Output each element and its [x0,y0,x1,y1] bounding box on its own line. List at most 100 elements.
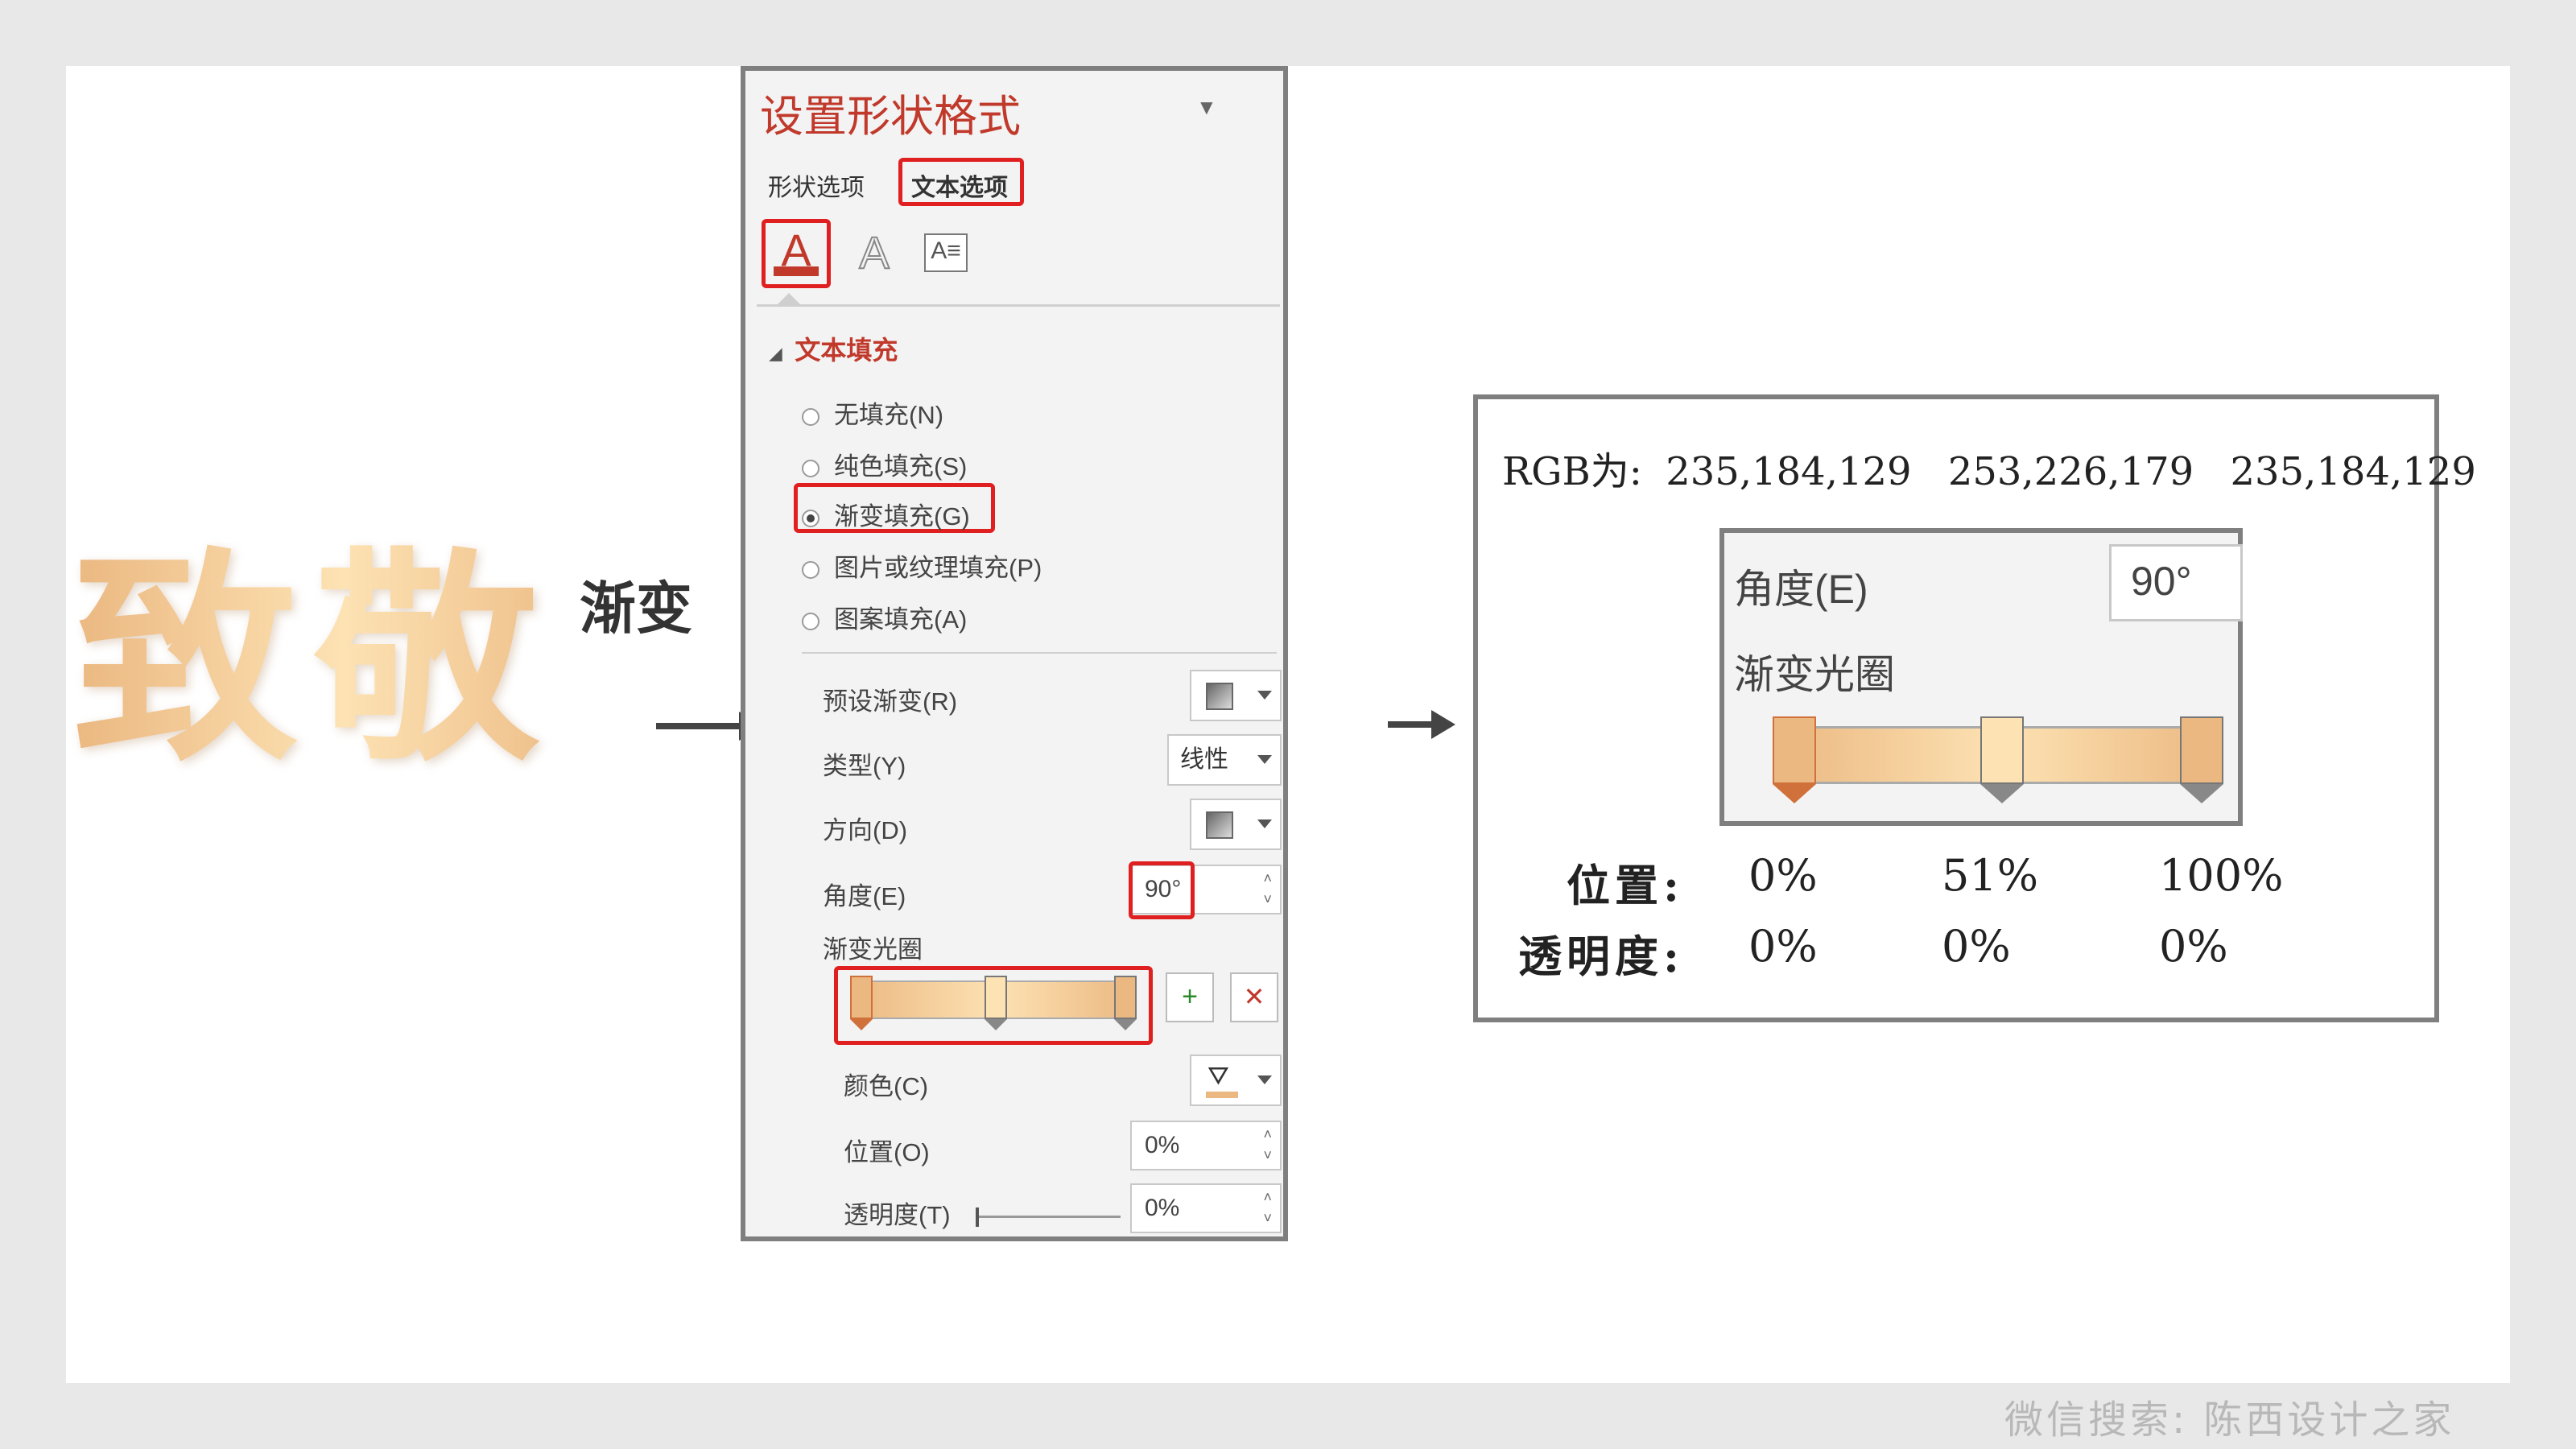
rgb-values-line: RGB为: 235,184,129 253,226,179 235,184,12… [1502,440,2476,496]
pointer-notch [778,293,800,304]
dropdown-arrow-icon [1257,819,1272,828]
tab-text-options[interactable]: 文本选项 [911,167,1008,203]
zoomed-gradient-settings: 角度(E) 90° 渐变光圈 [1719,528,2243,826]
section-text-fill[interactable]: ◢ 文本填充 [770,330,898,367]
radio-icon[interactable] [802,560,819,579]
position-input[interactable]: 0% ˄ ˅ [1130,1121,1282,1170]
spin-down-icon[interactable]: ˅ [1263,1211,1272,1225]
rgb-prefix: RGB为: [1502,449,1642,494]
remove-gradient-stop-icon[interactable]: ✕ [1230,972,1278,1022]
radio-solid-fill-label: 纯色填充(S) [834,452,968,481]
gradient-stop-handle[interactable] [1114,976,1137,1019]
gradient-label: 渐变 [580,575,692,642]
gradient-stops-label: 渐变光圈 [823,935,923,964]
spin-down-icon[interactable]: ˅ [1263,1148,1272,1162]
chevron-down-icon[interactable]: ▼ [1196,95,1217,120]
gradient-stop-handle[interactable] [1773,716,1816,784]
transparency-row-label: 透明度: [1518,931,1684,982]
radio-icon[interactable] [802,459,819,477]
radio-icon[interactable] [802,407,819,426]
position-value-1: 0% [1748,850,1818,901]
position-value-3: 100% [2159,850,2284,901]
position-value: 0% [1145,1132,1180,1158]
color-label: 颜色(C) [844,1072,929,1100]
gradient-stop-handle[interactable] [985,976,1008,1019]
color-dropdown[interactable]: ⛛ [1190,1055,1282,1106]
radio-gradient-fill[interactable]: 渐变填充(G) [802,496,970,532]
preset-gradient-dropdown[interactable] [1190,670,1282,721]
position-row-label: 位置: [1567,860,1684,911]
rgb-value-3: 235,184,129 [2230,449,2476,494]
position-value-2: 51% [1942,850,2039,901]
gradient-stop-handle[interactable] [850,976,873,1019]
radio-no-fill-label: 无填充(N) [834,401,944,429]
gradient-stop-pointer [1773,784,1816,803]
gradient-stop-pointer [2180,784,2223,803]
radio-gradient-fill-label: 渐变填充(G) [834,502,970,530]
radio-selected-icon[interactable] [802,509,819,527]
arrow-right-icon [656,723,745,729]
gradient-stop-pointer [1114,1019,1137,1030]
dropdown-arrow-icon [1257,1075,1272,1084]
gradient-stop-handle[interactable] [1980,716,2025,784]
gradient-stop-pointer [1980,784,2025,803]
radio-picture-fill-label: 图片或纹理填充(P) [834,554,1042,582]
radio-no-fill[interactable]: 无填充(N) [802,394,943,431]
gradient-stop-handle[interactable] [2180,716,2223,784]
gradient-swatch-icon [1206,683,1233,710]
spin-down-icon[interactable]: ˅ [1263,892,1272,906]
radio-solid-fill[interactable]: 纯色填充(S) [802,446,967,482]
zoom-angle-label: 角度(E) [1734,567,1868,612]
gradient-stop-pointer [850,1019,873,1030]
transparency-value: 0% [1145,1195,1180,1221]
zoom-stops-label: 渐变光圈 [1734,652,1895,697]
zoom-angle-value: 90° [2131,559,2192,604]
section-text-fill-label: 文本填充 [795,336,898,365]
divider [757,304,1280,307]
preset-gradient-label: 预设渐变(R) [823,687,958,716]
transparency-value-1: 0% [1748,921,1818,972]
direction-label: 方向(D) [823,816,908,844]
format-shape-panel: 设置形状格式 ▼ 形状选项 文本选项 A A A≡ ◢ 文本填充 无填充(N) 纯… [741,66,1288,1241]
paint-bucket-icon: ⛛ [1208,1061,1229,1090]
gradient-stops-track [850,976,1137,1032]
transparency-input[interactable]: 0% ˄ ˅ [1130,1183,1282,1233]
spin-up-icon[interactable]: ˄ [1263,1190,1272,1204]
type-label: 类型(Y) [823,752,906,780]
text-effects-icon[interactable]: A [842,221,906,285]
dropdown-arrow-icon [1257,755,1272,764]
zoom-angle-input: 90° [2109,544,2243,621]
radio-icon[interactable] [802,612,819,630]
direction-swatch-icon [1206,811,1233,839]
transparency-value-3: 0% [2159,921,2228,972]
arrow-right-icon [1388,721,1436,728]
collapse-triangle-icon: ◢ [770,345,782,363]
add-gradient-stop-icon[interactable]: + [1166,972,1214,1022]
radio-pattern-fill-label: 图案填充(A) [834,605,968,634]
rgb-value-1: 235,184,129 [1666,449,1912,494]
type-value: 线性 [1180,746,1228,773]
radio-pattern-fill[interactable]: 图案填充(A) [802,599,967,635]
transparency-value-2: 0% [1942,921,2011,972]
gradient-detail-box: RGB为: 235,184,129 253,226,179 235,184,12… [1473,394,2476,1022]
transparency-label: 透明度(T) [844,1201,951,1229]
radio-picture-fill[interactable]: 图片或纹理填充(P) [802,547,1042,584]
angle-label: 角度(E) [823,882,906,910]
text-fill-outline-icon[interactable]: A [762,219,831,288]
gradient-stop-pointer [985,1019,1008,1030]
transparency-slider-track[interactable] [979,1216,1121,1218]
zoom-stops-track [1773,716,2223,805]
rgb-value-2: 253,226,179 [1947,449,2194,494]
spin-up-icon[interactable]: ˄ [1263,871,1272,886]
panel-title: 设置形状格式 [760,93,1021,141]
type-dropdown[interactable]: 线性 [1167,734,1282,786]
dropdown-arrow-icon [1257,691,1272,700]
tab-shape-options[interactable]: 形状选项 [768,167,865,203]
arrow-head-icon [1431,710,1455,739]
spin-up-icon[interactable]: ˄ [1263,1127,1272,1141]
highlight-box [1129,861,1195,919]
gradient-hero-text: 致敬 [72,491,604,829]
watermark-text: 微信搜索: 陈西设计之家 [2004,1397,2455,1443]
text-box-icon[interactable]: A≡ [914,221,979,285]
direction-dropdown[interactable] [1190,799,1282,850]
